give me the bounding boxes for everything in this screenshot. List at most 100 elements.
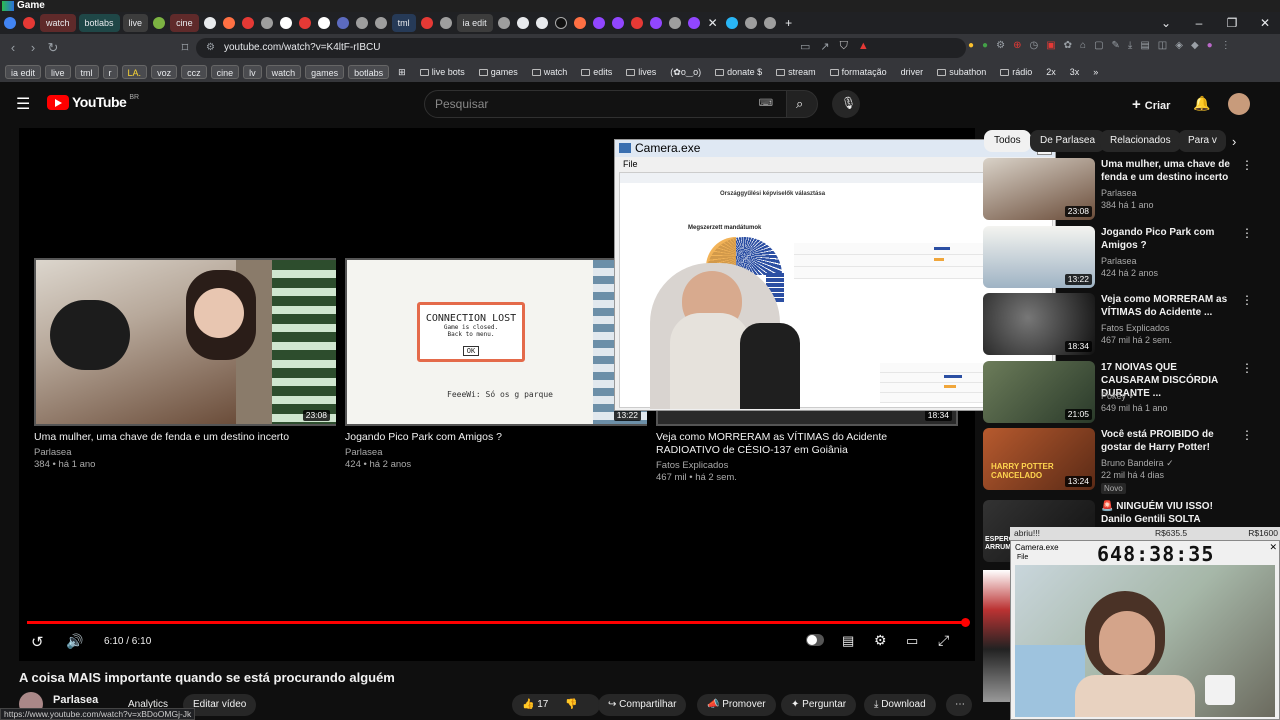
overlay-camera-menu[interactable]: File [1017,554,1028,561]
share-button[interactable]: ↪ Compartilhar [598,694,687,716]
notifications-bell-icon[interactable]: 🔔 [1193,95,1210,112]
download-button[interactable]: ⤓ Download [864,694,936,716]
apps-grid-icon[interactable]: ⊞ [393,65,411,79]
extension-icon[interactable]: ● [1207,40,1213,51]
extension-icon[interactable]: ⌂ [1080,40,1086,51]
bookmark-icon[interactable]: ⌑ [176,40,194,56]
brave-shield-icon[interactable]: ⛉ [840,40,848,53]
recommendation-channel[interactable]: Parlasea [1101,256,1137,266]
chevron-right-icon[interactable]: › [1232,134,1236,149]
extension-icon[interactable]: ● [982,40,988,51]
endscreen-title[interactable]: Jogando Pico Park com Amigos ? [345,431,647,444]
tab-icon[interactable] [630,17,643,29]
subtitles-icon[interactable]: ▤ [842,633,854,649]
extension-icon[interactable]: ◫ [1158,40,1167,51]
bookmark-item[interactable]: (✿o‿o) [665,65,706,79]
bookmark-folder[interactable]: live bots [415,65,470,79]
forward-icon[interactable]: › [24,40,42,55]
tab-icon[interactable] [203,17,216,29]
tab-icon[interactable] [336,17,349,29]
more-options-icon[interactable]: ⋮ [1241,158,1253,172]
tab-icon[interactable] [725,17,738,29]
recommendation-item[interactable]: 13:22 Jogando Pico Park com Amigos ? Par… [983,226,1273,290]
channel-name[interactable]: Parlasea [53,694,98,706]
tab-icon[interactable] [4,17,16,29]
tab-icon[interactable] [649,17,662,29]
bookmark-item[interactable]: ia edit [5,65,42,79]
bookmark-item[interactable]: driver [896,65,929,79]
extension-icon[interactable]: ⊕ [1013,40,1021,51]
bookmark-folder[interactable]: donate $ [710,65,767,79]
recommendation-thumbnail[interactable] [983,570,1013,702]
bookmark-item[interactable]: 3x [1065,65,1085,79]
new-tab-icon[interactable]: + [781,16,797,30]
bookmark-item[interactable]: watch [265,65,302,79]
settings-gear-icon[interactable]: ⚙ [874,632,887,649]
recommendation-title[interactable]: Veja como MORRERAM as VÍTIMAS do Acident… [1101,293,1237,319]
tab-icon[interactable] [744,17,757,29]
autoplay-toggle[interactable] [806,634,824,646]
tab-cine[interactable]: cine [170,14,199,32]
tab-icon[interactable] [222,17,235,29]
bookmark-item[interactable]: cine [210,65,240,79]
chip-all[interactable]: Todos [984,130,1031,152]
recommendation-item[interactable]: 23:08 Uma mulher, uma chave de fenda e u… [983,158,1273,222]
recommendation-channel[interactable]: Parlasea [1101,188,1137,198]
more-actions-icon[interactable]: ⋯ [946,694,972,716]
bookmark-item[interactable]: LA. [121,65,148,79]
avatar[interactable] [1228,93,1250,115]
dislike-button[interactable]: 👎 [565,699,577,710]
bookmark-item[interactable]: 2x [1041,65,1061,79]
tab-icon[interactable] [668,17,681,29]
extension-icon[interactable]: ◈ [1175,40,1183,51]
chip-related[interactable]: Relacionados [1100,130,1181,152]
extension-icon[interactable]: ▤ [1140,40,1149,51]
bookmark-item[interactable]: ccz [181,65,207,79]
tab-icon[interactable] [611,17,624,29]
extension-icon[interactable]: ▣ [1046,40,1055,51]
tab-icon[interactable] [687,17,700,29]
recommendation-thumbnail[interactable]: 18:34 [983,293,1095,355]
bookmark-folder[interactable]: rádio [995,65,1037,79]
share-icon[interactable]: ↗ [820,40,829,53]
extension-icon[interactable]: ✿ [1064,40,1072,51]
reload-icon[interactable]: ↻ [44,40,62,56]
like-button[interactable]: 👍 17 [522,699,548,710]
tab-icon[interactable] [298,17,311,29]
tab-icon[interactable] [317,17,330,29]
recommendation-channel[interactable]: Fatos Explicados [1101,323,1170,333]
bookmark-item[interactable]: games [305,65,345,79]
bookmark-folder[interactable]: formatação [825,65,892,79]
camera-file-menu[interactable]: File [623,159,638,169]
download-icon[interactable]: ⤓ [1128,40,1132,51]
minimize-icon[interactable]: – [1184,16,1214,30]
yt-logo[interactable]: YouTube BR [47,94,139,110]
tab-icon[interactable] [279,17,292,29]
recommendation-thumbnail[interactable]: 21:05 [983,361,1095,423]
recommendation-channel[interactable]: Bruno Bandeira ✓ [1101,458,1174,469]
tab-icon[interactable] [260,17,273,29]
cast-icon[interactable]: ▭ [800,40,810,53]
tab-live[interactable]: live [122,14,149,32]
extension-icon[interactable]: ✎ [1112,40,1120,51]
search-button[interactable]: ⌕ [786,90,818,118]
tab-icon[interactable] [241,17,254,29]
create-button[interactable]: + Criar [1132,96,1170,113]
tab-icon[interactable] [763,17,776,29]
tab-icon[interactable] [420,17,433,29]
ask-button[interactable]: ✦ Perguntar [781,694,857,716]
tab-icon[interactable] [153,17,166,29]
bookmark-folder[interactable]: games [474,65,523,79]
progress-scrubber[interactable] [961,618,970,627]
recommendation-item[interactable]: ESPERO ARRUM 🚨 NINGUÉM VIU ISSO! Danilo … [983,500,1273,562]
tab-watch[interactable]: watch [40,14,76,32]
extension-icon[interactable]: ● [968,40,974,51]
recommendation-thumbnail[interactable]: 23:08 [983,158,1095,220]
site-info-icon[interactable]: ⚙ [206,38,215,58]
tab-icon[interactable] [592,17,605,29]
keyboard-icon[interactable]: ⌨ [759,91,773,117]
bookmark-item[interactable]: live [45,65,71,79]
tab-icon[interactable] [355,17,368,29]
recommendation-item[interactable]: HARRY POTTER CANCELADO 13:24 Você está P… [983,428,1273,498]
tab-icon[interactable] [535,17,548,29]
